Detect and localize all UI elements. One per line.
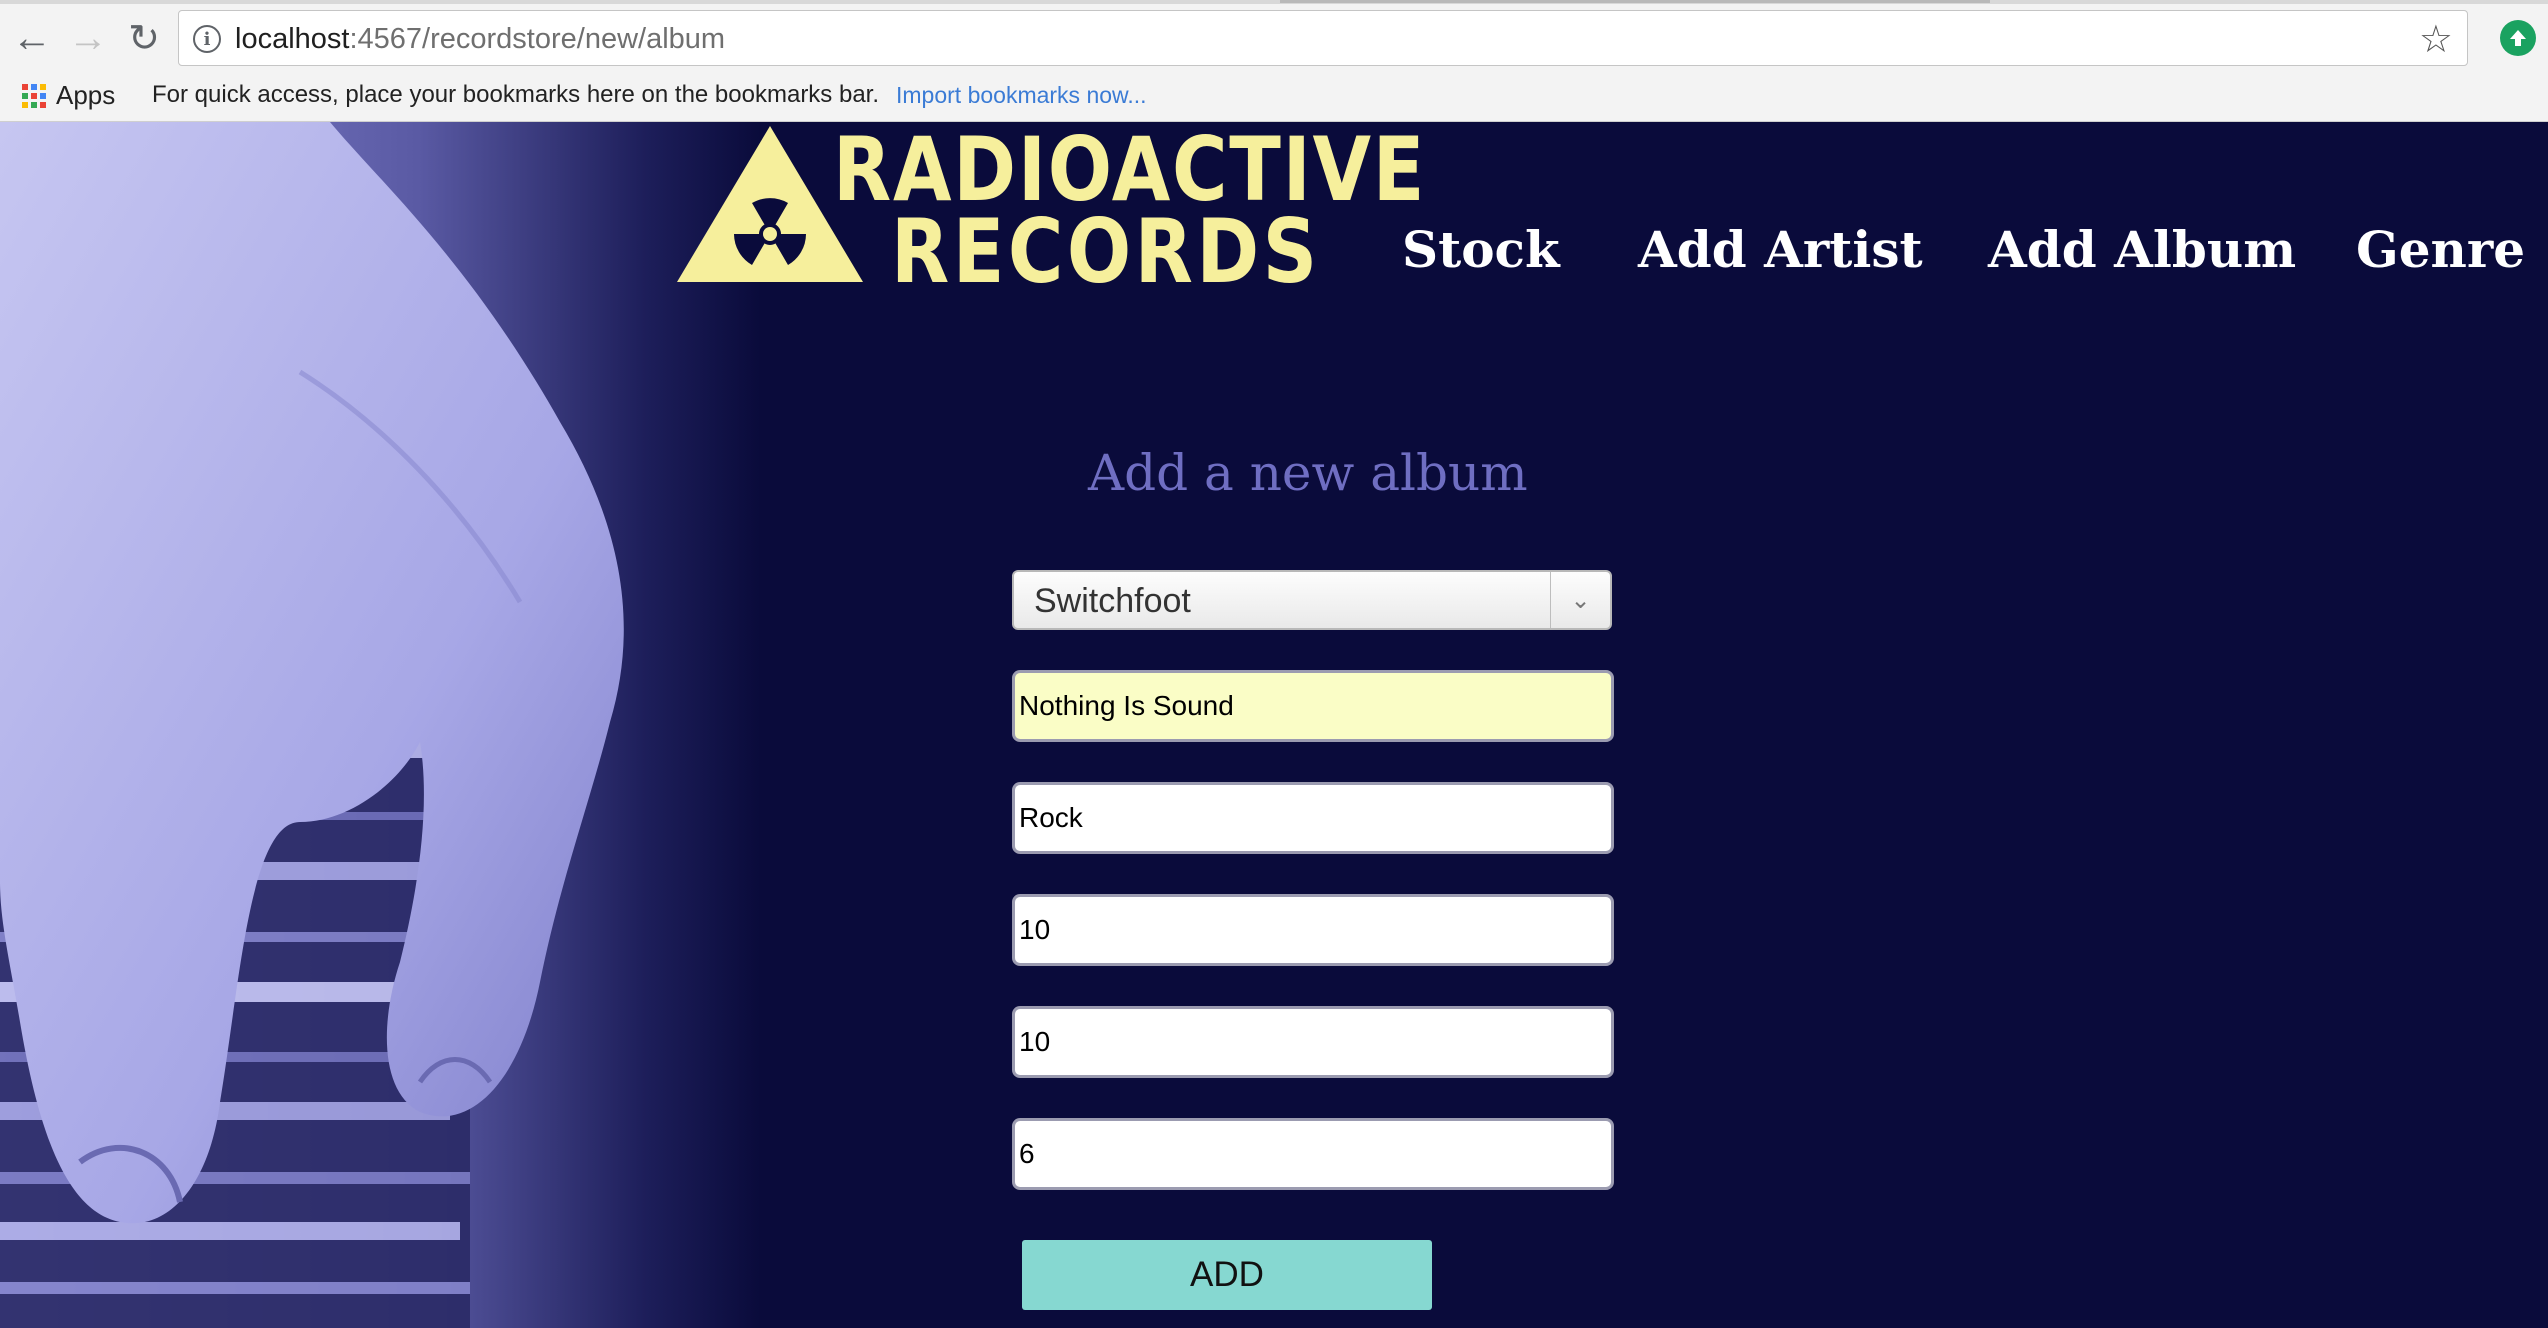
import-bookmarks-link[interactable]: Import bookmarks now... [896,82,1147,109]
apps-label: Apps [56,80,116,110]
browser-chrome: ← → ↻ i localhost:4567/recordstore/new/a… [0,0,2548,122]
back-arrow-icon[interactable]: ← [8,14,56,62]
bookmarks-hint: For quick access, place your bookmarks h… [152,81,880,108]
nav-add-album[interactable]: Add Album [1988,220,2296,279]
star-icon[interactable]: ☆ [2419,17,2453,62]
site-logo[interactable]: RADIOACTIVE RECORDS [675,122,1424,303]
number-field-3[interactable] [1012,1118,1614,1190]
url-path: :4567/recordstore/new/album [349,23,726,55]
extension-icon[interactable] [2500,20,2536,56]
url-text[interactable]: localhost:4567/recordstore/new/album [235,23,725,56]
reload-icon[interactable]: ↻ [120,14,168,62]
url-host: localhost [235,23,350,55]
add-button[interactable]: ADD [1022,1240,1432,1310]
number-field-1[interactable] [1012,894,1614,966]
number-field-2[interactable] [1012,1006,1614,1078]
tab-edge [1280,0,1990,3]
genre-field[interactable] [1012,782,1614,854]
nav-genre[interactable]: Genre [2356,220,2525,279]
logo-subtitle: RECORDS [891,200,1321,303]
page-content: RADIOACTIVE RECORDS Stock Add Artist Add… [0,122,2548,1328]
page-title: Add a new album [1088,444,1528,502]
nav-stock[interactable]: Stock [1402,220,1560,279]
apps-shortcut[interactable]: Apps [22,80,115,111]
nav-add-artist[interactable]: Add Artist [1638,220,1923,279]
tab-strip [0,0,2548,4]
chevron-down-icon: ⌄ [1550,572,1610,628]
forward-arrow-icon[interactable]: → [64,14,112,62]
artist-select[interactable]: Switchfoot ⌄ [1012,570,1612,630]
hero-image [0,122,760,1328]
apps-grid-icon [22,83,46,108]
info-icon[interactable]: i [193,25,221,53]
album-title-field[interactable] [1012,670,1614,742]
bookmarks-bar: Apps For quick access, place your bookma… [0,74,2548,122]
address-bar[interactable]: i localhost:4567/recordstore/new/album ☆ [178,10,2468,66]
artist-select-value: Switchfoot [1034,582,1191,620]
up-arrow-icon [2510,30,2526,46]
